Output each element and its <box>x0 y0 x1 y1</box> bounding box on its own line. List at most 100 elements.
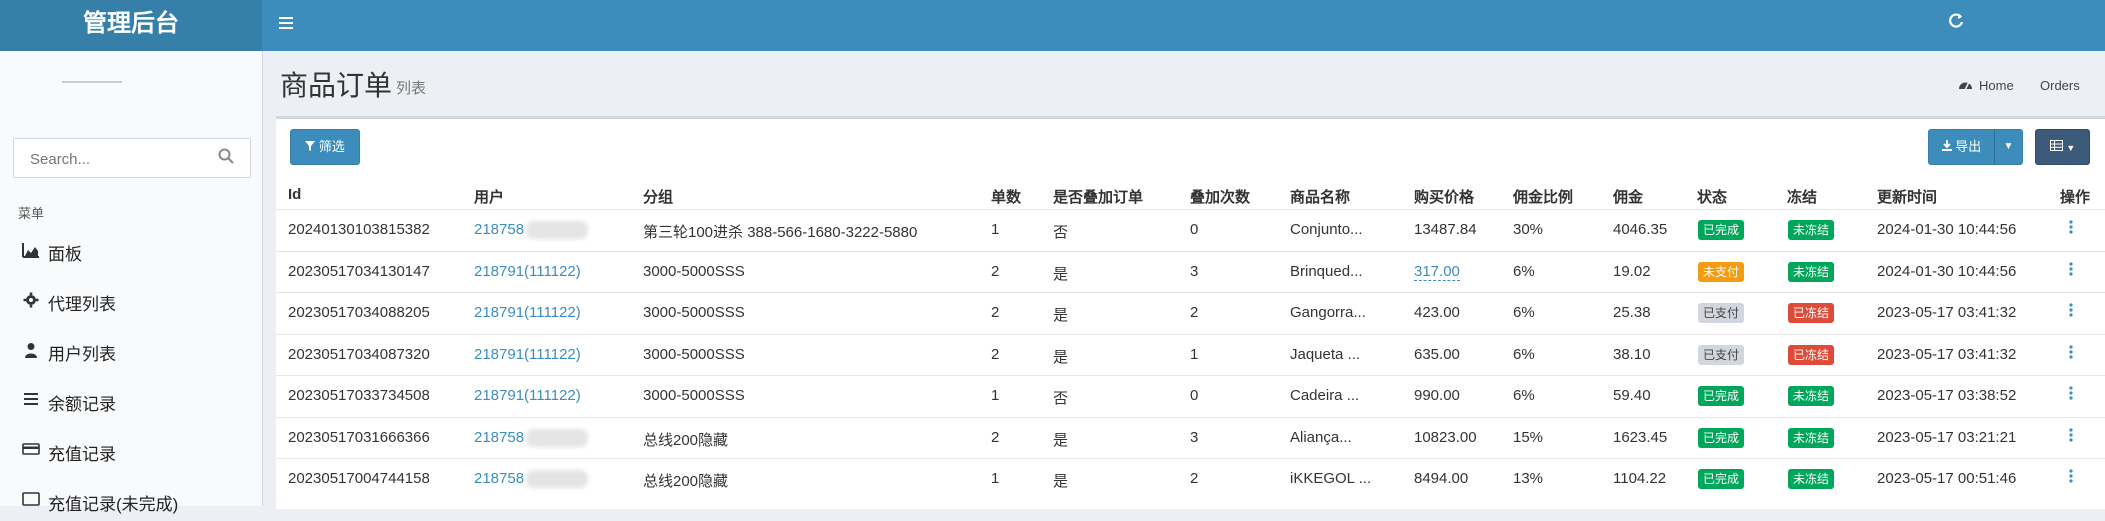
user-value[interactable]: 218791(111122) <box>474 387 581 404</box>
stack-times-value: 1 <box>1190 346 1199 363</box>
count-value: 1 <box>991 221 1000 238</box>
cell-user: 218758 <box>474 429 589 448</box>
columns-toggle-button[interactable]: ▼ <box>2035 129 2090 165</box>
cell-price: 10823.00 <box>1414 429 1477 446</box>
area-chart-icon <box>22 242 40 260</box>
cell-product: Conjunto... <box>1290 221 1363 238</box>
product-value: Jaqueta ... <box>1290 346 1361 363</box>
cell-commission: 1104.22 <box>1613 470 1666 487</box>
ratio-value: 15% <box>1513 429 1544 446</box>
stack-times-value: 0 <box>1190 221 1199 238</box>
col-header-price[interactable]: 购买价格 <box>1414 186 1474 207</box>
row-actions-icon[interactable] <box>2066 262 2076 280</box>
redacted-username <box>526 221 589 240</box>
updated-value: 2024-01-30 10:44:56 <box>1877 221 2017 238</box>
user-icon <box>22 342 40 360</box>
stacked-value: 是 <box>1053 473 1069 490</box>
commission-value: 4046.35 <box>1613 221 1668 238</box>
cell-count: 1 <box>991 470 999 487</box>
user-value[interactable]: 218758 <box>474 470 524 487</box>
updated-value: 2023-05-17 03:21:21 <box>1877 429 2017 446</box>
refresh-icon[interactable] <box>1945 12 1967 34</box>
user-panel-divider <box>62 81 122 83</box>
cell-id: 20230517034087320 <box>288 346 430 363</box>
download-icon <box>1941 139 1956 154</box>
commission-value: 38.10 <box>1613 346 1651 363</box>
sidebar-item-label: 代理列表 <box>48 295 116 314</box>
cell-stacked: 是 <box>1053 304 1068 325</box>
cell-id: 20230517034130147 <box>288 263 430 280</box>
row-actions-icon[interactable] <box>2066 386 2076 404</box>
cell-stack-times: 1 <box>1190 346 1198 363</box>
row-actions-icon[interactable] <box>2066 303 2076 321</box>
caret-down-icon: ▼ <box>2066 143 2076 153</box>
cell-stack-times: 2 <box>1190 470 1198 487</box>
cell-product: Cadeira ... <box>1290 387 1359 404</box>
user-value[interactable]: 218791(111122) <box>474 346 581 363</box>
sidebar-item-recharge-pending[interactable]: 充值记录(未完成) <box>0 481 262 521</box>
price-value: 8494.00 <box>1414 470 1469 487</box>
id-value: 20230517031666366 <box>288 429 430 446</box>
sidebar-item-users[interactable]: 用户列表 <box>0 331 262 371</box>
col-header-stack-times[interactable]: 叠加次数 <box>1190 186 1250 207</box>
export-dropdown-button[interactable]: ▼ <box>1994 129 2023 165</box>
cell-ratio: 6% <box>1513 346 1535 363</box>
export-button[interactable]: 导出 <box>1928 129 1995 165</box>
user-value[interactable]: 218791(111122) <box>474 263 581 280</box>
cell-id: 20230517034088205 <box>288 304 430 321</box>
col-header-product[interactable]: 商品名称 <box>1290 186 1350 207</box>
group-value: 总线200隐藏 <box>643 432 729 449</box>
cell-stack-times: 0 <box>1190 221 1198 238</box>
product-value: iKKEGOL ... <box>1290 470 1372 487</box>
id-value: 20240130103815382 <box>288 221 430 238</box>
user-value[interactable]: 218791(111122) <box>474 304 581 321</box>
col-header-status[interactable]: 状态 <box>1697 186 1727 207</box>
gear-icon <box>22 292 40 310</box>
product-value: Cadeira ... <box>1290 387 1360 404</box>
credit-card-icon <box>22 442 40 460</box>
row-actions-icon[interactable] <box>2066 220 2076 238</box>
status-badge: 已完成 <box>1698 386 1745 406</box>
cell-product: Gangorra... <box>1290 304 1366 321</box>
sidebar-search[interactable] <box>13 138 251 178</box>
cell-count: 2 <box>991 304 999 321</box>
frozen-badge: 未冻结 <box>1788 386 1835 406</box>
group-value: 3000-5000SSS <box>643 387 745 404</box>
col-header-id[interactable]: Id <box>288 186 301 203</box>
breadcrumb-current: Orders <box>2040 78 2080 93</box>
col-header-frozen[interactable]: 冻结 <box>1787 186 1817 207</box>
row-actions-icon[interactable] <box>2066 428 2076 446</box>
user-value[interactable]: 218758 <box>474 221 524 238</box>
stacked-value: 是 <box>1053 432 1069 449</box>
col-header-group[interactable]: 分组 <box>643 186 673 207</box>
row-actions-icon[interactable] <box>2066 345 2076 363</box>
group-value: 3000-5000SSS <box>643 304 745 321</box>
col-header-updated[interactable]: 更新时间 <box>1877 186 1937 207</box>
sidebar-item-balance-records[interactable]: 余额记录 <box>0 381 262 421</box>
col-header-count[interactable]: 单数 <box>991 186 1021 207</box>
sidebar-toggle-icon[interactable] <box>276 12 298 34</box>
col-header-user[interactable]: 用户 <box>474 186 504 207</box>
search-icon[interactable] <box>218 148 236 166</box>
cell-commission: 4046.35 <box>1613 221 1667 238</box>
dashboard-icon <box>1958 78 1974 92</box>
sidebar-item-recharge-records[interactable]: 充值记录 <box>0 431 262 471</box>
app-logo[interactable]: 管理后台 <box>0 0 262 51</box>
row-actions-icon[interactable] <box>2066 469 2076 487</box>
filter-button[interactable]: 筛选 <box>290 129 360 165</box>
frozen-badge: 已冻结 <box>1788 345 1835 365</box>
col-header-commission[interactable]: 佣金 <box>1613 186 1643 207</box>
sidebar-item-agents[interactable]: 代理列表 <box>0 281 262 321</box>
search-input[interactable] <box>28 148 212 170</box>
count-value: 1 <box>991 470 1000 487</box>
square-icon <box>22 492 40 510</box>
frozen-badge: 已冻结 <box>1788 303 1835 323</box>
user-value[interactable]: 218758 <box>474 429 524 446</box>
col-header-stacked[interactable]: 是否叠加订单 <box>1053 186 1143 207</box>
col-header-ratio[interactable]: 佣金比例 <box>1513 186 1573 207</box>
sidebar-item-dashboard[interactable]: 面板 <box>0 231 262 271</box>
price-value[interactable]: 317.00 <box>1414 263 1460 281</box>
product-value: Brinqued... <box>1290 263 1363 280</box>
breadcrumb-home[interactable]: Home <box>1979 78 2014 93</box>
cell-ratio: 15% <box>1513 429 1543 446</box>
